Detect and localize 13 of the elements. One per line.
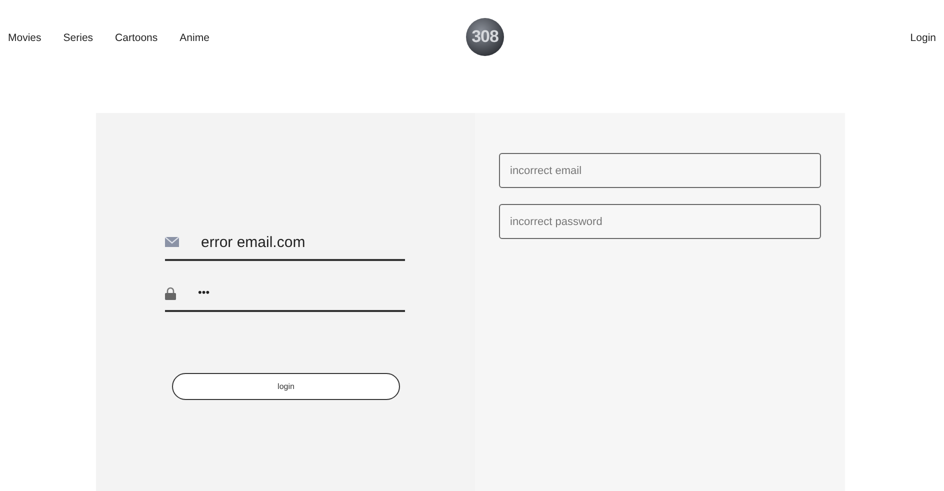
email-field[interactable]: error email.com [201,234,391,250]
mail-icon [165,237,179,247]
lock-icon [165,286,176,300]
login-button[interactable]: login [172,373,400,400]
error-message: incorrect email [499,153,821,188]
login-link[interactable]: Login [910,32,936,44]
password-field[interactable]: ••• [198,287,388,299]
nav-link[interactable]: Series [63,32,94,44]
nav-link[interactable]: Movies [8,32,42,44]
logo[interactable]: 308 [466,18,504,56]
nav-link[interactable]: Cartoons [115,32,158,44]
error-message: incorrect password [499,204,821,239]
nav-link[interactable]: Anime [180,32,210,44]
